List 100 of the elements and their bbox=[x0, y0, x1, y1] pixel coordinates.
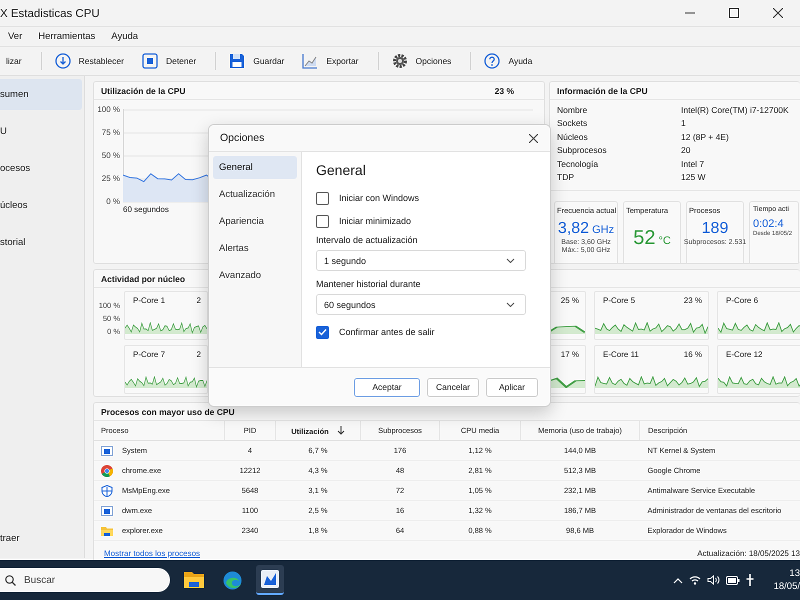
stat-value: 52 bbox=[633, 227, 656, 250]
checkbox[interactable] bbox=[316, 326, 329, 338]
sidebar-item[interactable]: sumen bbox=[0, 79, 82, 110]
volume-icon bbox=[706, 575, 720, 585]
maximize-icon bbox=[729, 8, 739, 18]
core-reading: 25 % bbox=[560, 296, 579, 305]
menu-item[interactable]: Herramientas bbox=[32, 29, 102, 44]
toolbar-button[interactable]: Detener bbox=[136, 50, 202, 72]
wifi-icon bbox=[688, 575, 701, 585]
checkbox-label: Iniciar con Windows bbox=[339, 193, 420, 203]
search-icon bbox=[5, 575, 16, 586]
section-heading: General bbox=[316, 162, 367, 178]
chart-icon bbox=[302, 53, 318, 69]
sidebar-item[interactable]: ocesos bbox=[0, 153, 82, 184]
minimize-icon bbox=[685, 12, 695, 14]
download-circle-icon bbox=[54, 53, 71, 69]
toolbar-button[interactable]: Restablecer bbox=[48, 50, 130, 72]
dialog-nav-item[interactable]: Actualización bbox=[213, 183, 297, 206]
info-value: Intel(R) Core(TM) i7-12700K bbox=[681, 104, 789, 115]
menu-item[interactable]: Ayuda bbox=[105, 29, 144, 44]
info-value: 12 (8P + 4E) bbox=[681, 132, 729, 142]
core-reading: 17 % bbox=[560, 350, 579, 359]
update-time: Actualización: 18/05/2025 13 bbox=[697, 548, 800, 558]
info-label: Sockets bbox=[557, 118, 588, 128]
info-value: 1 bbox=[681, 118, 686, 128]
caret-icon bbox=[506, 258, 515, 264]
window-icon bbox=[101, 444, 113, 456]
core-reading: 23 % bbox=[684, 296, 702, 305]
info-value: 20 bbox=[681, 145, 690, 156]
folder-icon bbox=[184, 571, 204, 589]
sidebar-item[interactable]: úcleos bbox=[0, 190, 82, 221]
core-name: P-Core 7 bbox=[133, 350, 166, 359]
dialog-nav-item[interactable]: Apariencia bbox=[213, 210, 297, 233]
close-icon bbox=[773, 8, 783, 18]
sidebar-item[interactable]: storial bbox=[0, 227, 82, 258]
settings-icon bbox=[392, 53, 408, 69]
dialog-nav-item[interactable]: General bbox=[213, 156, 297, 179]
info-label: Núcleos bbox=[557, 132, 589, 142]
caret-icon bbox=[506, 302, 515, 308]
browser-icon bbox=[101, 464, 113, 476]
core-reading: 2 bbox=[196, 296, 201, 305]
info-label: Tecnología bbox=[557, 158, 600, 169]
toolbar-button[interactable]: Guardar bbox=[223, 50, 290, 72]
card-title: Actividad por núcleo bbox=[101, 274, 186, 284]
search-field[interactable]: Buscar bbox=[0, 568, 170, 592]
window-title: X Estadisticas CPU bbox=[0, 7, 100, 20]
shield-icon bbox=[101, 484, 113, 496]
dialog-nav-item[interactable]: Alertas bbox=[213, 237, 297, 260]
chevron-up-icon bbox=[672, 576, 683, 584]
stop-icon bbox=[142, 53, 158, 69]
sidebar-footer-item[interactable]: traer bbox=[0, 533, 84, 544]
chart-icon bbox=[261, 570, 279, 588]
info-value: 125 W bbox=[681, 172, 706, 182]
core-name: P-Core 5 bbox=[603, 296, 636, 305]
window-icon bbox=[101, 504, 113, 516]
card-title: Información de la CPU bbox=[557, 86, 648, 96]
stat-value: 189 bbox=[702, 220, 728, 238]
dialog-button[interactable]: Aplicar bbox=[486, 378, 538, 396]
sidebar-item[interactable]: U bbox=[0, 116, 82, 147]
clock-date: 18/05/ bbox=[774, 580, 800, 593]
axis-tick-label: 0 % bbox=[106, 196, 120, 207]
checkbox-label: Confirmar antes de salir bbox=[339, 327, 435, 337]
card-title: Procesos con mayor uso de CPU bbox=[101, 406, 235, 416]
toolbar-button[interactable]: lizar bbox=[0, 53, 28, 69]
browser-icon bbox=[222, 570, 242, 590]
help-icon bbox=[484, 53, 500, 69]
stat-value: 0:02:4 bbox=[753, 218, 784, 230]
save-icon bbox=[229, 53, 246, 69]
close-button[interactable] bbox=[526, 131, 540, 145]
axis-tick-label: 100 % bbox=[97, 104, 120, 115]
toolbar-button[interactable]: Ayuda bbox=[478, 50, 538, 72]
axis-tick-label: 50 % bbox=[102, 150, 120, 161]
field-label: Mantener historial durante bbox=[316, 279, 422, 289]
info-label: Subprocesos bbox=[557, 145, 608, 156]
checkbox[interactable] bbox=[316, 214, 329, 228]
dialog-button[interactable]: Aceptar bbox=[354, 378, 420, 396]
core-name: E-Core 12 bbox=[726, 350, 762, 359]
dialog-button[interactable]: Cancelar bbox=[427, 378, 479, 396]
sort-arrow-icon bbox=[336, 426, 345, 434]
toolbar-button[interactable]: Opciones bbox=[386, 50, 458, 72]
checkbox-label: Iniciar minimizado bbox=[339, 216, 412, 226]
dialog-title: Opciones bbox=[220, 132, 264, 144]
menu-item[interactable]: Ver bbox=[2, 29, 28, 44]
show-all-link[interactable]: Mostrar todos los procesos bbox=[104, 548, 200, 558]
core-name: P-Core 1 bbox=[133, 296, 166, 305]
battery-icon bbox=[726, 576, 740, 584]
taskbar-app-button[interactable] bbox=[256, 565, 284, 595]
info-value: Intel 7 bbox=[681, 158, 704, 169]
dropdown[interactable]: 60 segundos bbox=[316, 294, 526, 315]
card-title: Utilización de la CPU bbox=[101, 86, 186, 96]
dropdown[interactable]: 1 segundo bbox=[316, 250, 526, 271]
stat-unit: GHz bbox=[592, 224, 614, 236]
stat-unit: °C bbox=[658, 235, 671, 247]
dialog-nav-item[interactable]: Avanzado bbox=[213, 264, 297, 287]
axis-tick-label: 75 % bbox=[102, 127, 120, 138]
checkbox[interactable] bbox=[316, 192, 329, 204]
core-name: P-Core 6 bbox=[726, 296, 758, 305]
info-label: Nombre bbox=[557, 104, 588, 115]
toolbar-button[interactable]: Exportar bbox=[296, 50, 365, 72]
field-label: Intervalo de actualización bbox=[316, 235, 419, 245]
